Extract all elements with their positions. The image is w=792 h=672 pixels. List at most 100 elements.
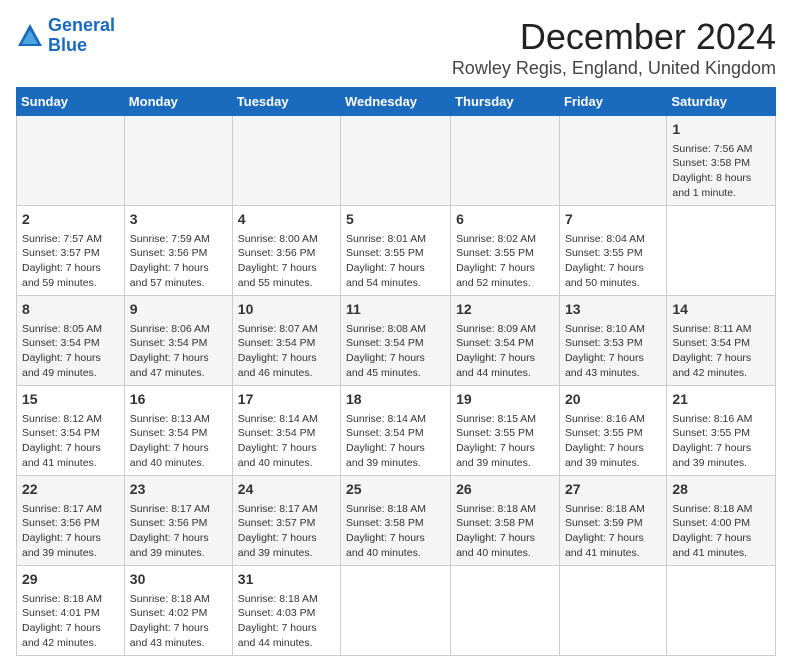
day-number: 28 (672, 480, 770, 500)
day-info: Sunrise: 8:05 AMSunset: 3:54 PMDaylight:… (22, 322, 119, 381)
calendar-cell: 7Sunrise: 8:04 AMSunset: 3:55 PMDaylight… (559, 206, 666, 296)
calendar-cell: 6Sunrise: 8:02 AMSunset: 3:55 PMDaylight… (451, 206, 560, 296)
day-number: 16 (130, 390, 227, 410)
day-info: Sunrise: 8:18 AMSunset: 4:01 PMDaylight:… (22, 592, 119, 651)
calendar-cell: 15Sunrise: 8:12 AMSunset: 3:54 PMDayligh… (17, 386, 125, 476)
header-day-tuesday: Tuesday (232, 88, 340, 116)
week-row-6: 29Sunrise: 8:18 AMSunset: 4:01 PMDayligh… (17, 566, 776, 656)
calendar-body: 1Sunrise: 7:56 AMSunset: 3:58 PMDaylight… (17, 116, 776, 656)
calendar-cell: 27Sunrise: 8:18 AMSunset: 3:59 PMDayligh… (559, 476, 666, 566)
day-number: 3 (130, 210, 227, 230)
day-info: Sunrise: 8:16 AMSunset: 3:55 PMDaylight:… (672, 412, 770, 471)
day-number: 23 (130, 480, 227, 500)
day-number: 10 (238, 300, 335, 320)
calendar-cell: 17Sunrise: 8:14 AMSunset: 3:54 PMDayligh… (232, 386, 340, 476)
header-day-saturday: Saturday (667, 88, 776, 116)
day-number: 13 (565, 300, 661, 320)
title-area: December 2024 Rowley Regis, England, Uni… (452, 16, 776, 79)
calendar-cell: 20Sunrise: 8:16 AMSunset: 3:55 PMDayligh… (559, 386, 666, 476)
week-row-5: 22Sunrise: 8:17 AMSunset: 3:56 PMDayligh… (17, 476, 776, 566)
day-number: 17 (238, 390, 335, 410)
day-info: Sunrise: 8:18 AMSunset: 3:59 PMDaylight:… (565, 502, 661, 561)
day-info: Sunrise: 8:16 AMSunset: 3:55 PMDaylight:… (565, 412, 661, 471)
calendar-cell: 29Sunrise: 8:18 AMSunset: 4:01 PMDayligh… (17, 566, 125, 656)
day-info: Sunrise: 8:08 AMSunset: 3:54 PMDaylight:… (346, 322, 445, 381)
day-number: 14 (672, 300, 770, 320)
calendar-cell: 5Sunrise: 8:01 AMSunset: 3:55 PMDaylight… (341, 206, 451, 296)
header-day-sunday: Sunday (17, 88, 125, 116)
day-number: 4 (238, 210, 335, 230)
month-title: December 2024 (452, 16, 776, 58)
calendar-cell: 2Sunrise: 7:57 AMSunset: 3:57 PMDaylight… (17, 206, 125, 296)
calendar-cell (341, 116, 451, 206)
day-info: Sunrise: 8:12 AMSunset: 3:54 PMDaylight:… (22, 412, 119, 471)
day-number: 2 (22, 210, 119, 230)
day-info: Sunrise: 8:10 AMSunset: 3:53 PMDaylight:… (565, 322, 661, 381)
calendar-cell: 31Sunrise: 8:18 AMSunset: 4:03 PMDayligh… (232, 566, 340, 656)
week-row-3: 8Sunrise: 8:05 AMSunset: 3:54 PMDaylight… (17, 296, 776, 386)
calendar-cell: 3Sunrise: 7:59 AMSunset: 3:56 PMDaylight… (124, 206, 232, 296)
day-number: 20 (565, 390, 661, 410)
day-info: Sunrise: 8:09 AMSunset: 3:54 PMDaylight:… (456, 322, 554, 381)
calendar-cell (341, 566, 451, 656)
calendar-cell (451, 566, 560, 656)
day-number: 7 (565, 210, 661, 230)
calendar-table: SundayMondayTuesdayWednesdayThursdayFrid… (16, 87, 776, 656)
calendar-header: SundayMondayTuesdayWednesdayThursdayFrid… (17, 88, 776, 116)
week-row-1: 1Sunrise: 7:56 AMSunset: 3:58 PMDaylight… (17, 116, 776, 206)
day-info: Sunrise: 8:17 AMSunset: 3:56 PMDaylight:… (22, 502, 119, 561)
day-info: Sunrise: 8:18 AMSunset: 3:58 PMDaylight:… (456, 502, 554, 561)
day-number: 26 (456, 480, 554, 500)
week-row-4: 15Sunrise: 8:12 AMSunset: 3:54 PMDayligh… (17, 386, 776, 476)
day-number: 5 (346, 210, 445, 230)
day-info: Sunrise: 8:18 AMSunset: 3:58 PMDaylight:… (346, 502, 445, 561)
page-header: General Blue December 2024 Rowley Regis,… (16, 16, 776, 79)
day-info: Sunrise: 8:07 AMSunset: 3:54 PMDaylight:… (238, 322, 335, 381)
day-info: Sunrise: 8:11 AMSunset: 3:54 PMDaylight:… (672, 322, 770, 381)
day-number: 15 (22, 390, 119, 410)
calendar-cell: 21Sunrise: 8:16 AMSunset: 3:55 PMDayligh… (667, 386, 776, 476)
header-day-friday: Friday (559, 88, 666, 116)
header-row: SundayMondayTuesdayWednesdayThursdayFrid… (17, 88, 776, 116)
calendar-cell (17, 116, 125, 206)
day-info: Sunrise: 8:18 AMSunset: 4:00 PMDaylight:… (672, 502, 770, 561)
calendar-cell: 24Sunrise: 8:17 AMSunset: 3:57 PMDayligh… (232, 476, 340, 566)
calendar-cell (232, 116, 340, 206)
calendar-cell: 18Sunrise: 8:14 AMSunset: 3:54 PMDayligh… (341, 386, 451, 476)
calendar-cell: 12Sunrise: 8:09 AMSunset: 3:54 PMDayligh… (451, 296, 560, 386)
logo-icon (16, 22, 44, 50)
calendar-cell: 30Sunrise: 8:18 AMSunset: 4:02 PMDayligh… (124, 566, 232, 656)
calendar-cell: 9Sunrise: 8:06 AMSunset: 3:54 PMDaylight… (124, 296, 232, 386)
day-info: Sunrise: 8:17 AMSunset: 3:57 PMDaylight:… (238, 502, 335, 561)
day-info: Sunrise: 8:01 AMSunset: 3:55 PMDaylight:… (346, 232, 445, 291)
day-number: 24 (238, 480, 335, 500)
logo: General Blue (16, 16, 115, 56)
calendar-cell (124, 116, 232, 206)
day-number: 9 (130, 300, 227, 320)
day-info: Sunrise: 8:02 AMSunset: 3:55 PMDaylight:… (456, 232, 554, 291)
calendar-cell: 8Sunrise: 8:05 AMSunset: 3:54 PMDaylight… (17, 296, 125, 386)
calendar-cell: 22Sunrise: 8:17 AMSunset: 3:56 PMDayligh… (17, 476, 125, 566)
day-number: 18 (346, 390, 445, 410)
calendar-cell: 19Sunrise: 8:15 AMSunset: 3:55 PMDayligh… (451, 386, 560, 476)
day-number: 21 (672, 390, 770, 410)
calendar-cell: 11Sunrise: 8:08 AMSunset: 3:54 PMDayligh… (341, 296, 451, 386)
day-info: Sunrise: 7:56 AMSunset: 3:58 PMDaylight:… (672, 142, 770, 201)
day-info: Sunrise: 8:14 AMSunset: 3:54 PMDaylight:… (346, 412, 445, 471)
day-number: 11 (346, 300, 445, 320)
calendar-cell: 25Sunrise: 8:18 AMSunset: 3:58 PMDayligh… (341, 476, 451, 566)
day-number: 25 (346, 480, 445, 500)
header-day-thursday: Thursday (451, 88, 560, 116)
day-info: Sunrise: 8:18 AMSunset: 4:03 PMDaylight:… (238, 592, 335, 651)
day-info: Sunrise: 8:14 AMSunset: 3:54 PMDaylight:… (238, 412, 335, 471)
logo-line2: Blue (48, 35, 87, 55)
day-number: 8 (22, 300, 119, 320)
calendar-cell (667, 566, 776, 656)
calendar-cell: 1Sunrise: 7:56 AMSunset: 3:58 PMDaylight… (667, 116, 776, 206)
day-info: Sunrise: 8:06 AMSunset: 3:54 PMDaylight:… (130, 322, 227, 381)
day-number: 12 (456, 300, 554, 320)
day-number: 6 (456, 210, 554, 230)
header-day-monday: Monday (124, 88, 232, 116)
day-number: 30 (130, 570, 227, 590)
calendar-cell (559, 116, 666, 206)
